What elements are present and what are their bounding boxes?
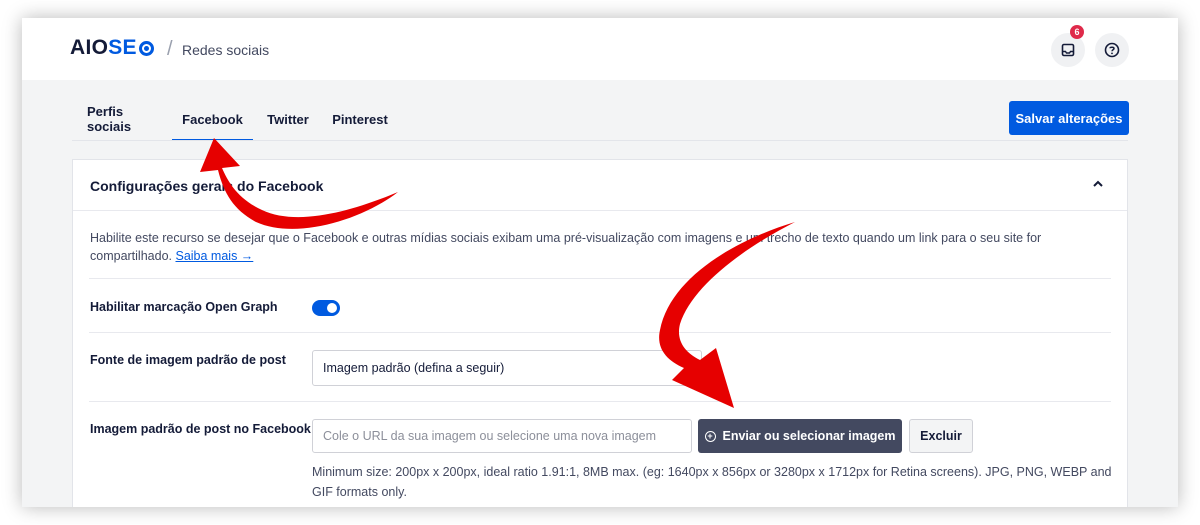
row-divider [89,401,1111,402]
notification-badge: 6 [1070,25,1084,39]
tab-perfis-sociais[interactable]: Perfis sociais [87,99,157,139]
help-button[interactable] [1095,33,1129,67]
save-changes-button[interactable]: Salvar alterações [1009,101,1129,135]
help-icon [1104,42,1120,58]
open-graph-label: Habilitar marcação Open Graph [90,300,278,314]
tab-facebook[interactable]: Facebook [172,99,253,141]
plus-circle-icon: + [704,430,716,442]
card-header-divider [73,210,1127,211]
delete-image-button[interactable]: Excluir [909,419,973,453]
image-size-hint: Minimum size: 200px x 200px, ideal ratio… [312,465,1112,499]
inbox-icon [1061,43,1075,57]
breadcrumb: Redes sociais [182,42,270,58]
tab-pinterest[interactable]: Pinterest [332,99,388,139]
app-window: AIO SE / Redes sociais 6 Perfis sociais F… [22,18,1178,507]
facebook-settings-card: Configurações gerais do Facebook Habilit… [72,159,1128,507]
upload-image-button[interactable]: + Enviar ou selecionar imagem [698,419,902,453]
image-url-input[interactable]: Cole o URL da sua imagem ou selecione um… [312,419,692,453]
breadcrumb-separator: / [167,38,173,60]
tab-twitter[interactable]: Twitter [266,99,310,139]
open-graph-toggle[interactable] [312,300,340,316]
row-divider [89,332,1111,333]
card-description: Habilite este recurso se desejar que o F… [90,231,1042,263]
row-divider [89,278,1111,279]
tabs-divider [72,140,1128,141]
image-source-label: Fonte de imagem padrão de post [90,353,286,367]
top-bar: AIO SE / Redes sociais 6 [22,18,1178,80]
image-source-select[interactable]: Imagem padrão (defina a seguir) [312,350,702,386]
toggle-knob [327,303,337,313]
learn-more-link[interactable]: Saiba mais → [175,249,253,263]
default-image-label: Imagem padrão de post no Facebook [90,422,311,436]
card-title: Configurações gerais do Facebook [90,178,324,194]
chevron-up-icon[interactable] [1091,177,1105,191]
logo-gear-icon [138,40,154,56]
aioseo-logo: AIO SE [70,36,154,60]
